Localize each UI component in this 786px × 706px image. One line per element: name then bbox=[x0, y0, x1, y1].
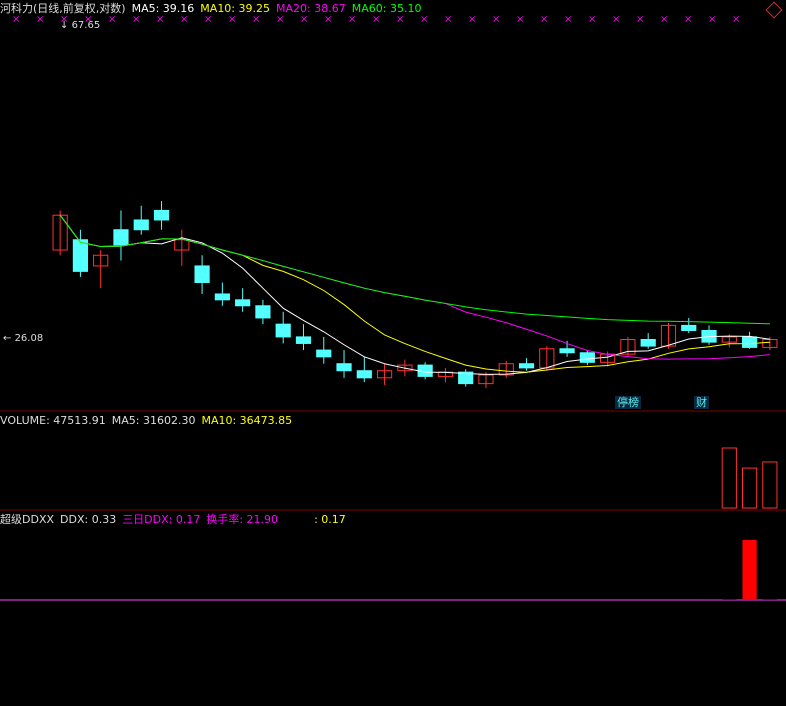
signal-mark: × bbox=[612, 14, 620, 25]
volume-header: VOLUME: 47513.91 MA5: 31602.30 MA10: 36473… bbox=[0, 414, 298, 427]
candle-body bbox=[336, 363, 352, 372]
candle-body bbox=[194, 265, 210, 284]
ddx-label: DDX: 0.33 bbox=[60, 513, 117, 526]
signal-mark: × bbox=[396, 14, 404, 25]
ddx-title: 超级DDXX bbox=[0, 513, 55, 526]
ddx-bar bbox=[742, 540, 757, 600]
candle-body bbox=[214, 293, 230, 301]
ddx3-label: 三日DDX: 0.17 bbox=[122, 513, 201, 526]
ma60-label: MA60: 35.10 bbox=[351, 2, 422, 15]
signal-mark: × bbox=[324, 14, 332, 25]
candle-body bbox=[275, 323, 291, 338]
signal-mark: × bbox=[348, 14, 356, 25]
ma5-label: MA5: 39.16 bbox=[131, 2, 195, 15]
signal-mark: × bbox=[276, 14, 284, 25]
candle-body bbox=[295, 336, 312, 344]
volume-bar bbox=[741, 467, 758, 509]
price-panel[interactable]: × × × × × × × × × × × × × × × × × × × × × × × × × × × × × × × bbox=[12, 14, 778, 389]
high-price-label: ↓ 67.65 bbox=[60, 20, 101, 31]
signal-mark: × bbox=[420, 14, 428, 25]
stock-chart: × × × × × × × × × × × × × × × × × × × × × × × × × × × × × × × bbox=[0, 14, 786, 601]
signal-mark: × bbox=[132, 14, 140, 25]
candle-body bbox=[133, 219, 149, 231]
signal-mark: × bbox=[516, 14, 524, 25]
signal-mark: × bbox=[156, 14, 164, 25]
signal-mark: × bbox=[684, 14, 692, 25]
candle-body bbox=[640, 339, 656, 347]
signal-mark: × bbox=[636, 14, 644, 25]
ma60-line bbox=[59, 214, 770, 325]
volume-panel[interactable] bbox=[721, 447, 778, 509]
volume-bar bbox=[721, 447, 737, 509]
signal-mark: × bbox=[588, 14, 596, 25]
signal-mark: × bbox=[540, 14, 548, 25]
stock-title: 河科力(日线,前复权,对数) bbox=[0, 2, 126, 15]
candle-body bbox=[113, 229, 129, 246]
candle-body bbox=[681, 324, 697, 331]
signal-mark: × bbox=[660, 14, 668, 25]
signal-mark: × bbox=[492, 14, 500, 25]
candle-body bbox=[72, 239, 89, 272]
finance-tag[interactable]: 财 bbox=[694, 396, 709, 409]
candle-body bbox=[255, 305, 271, 319]
signal-mark: × bbox=[36, 14, 44, 25]
candle-body bbox=[518, 363, 535, 369]
signal-mark: × bbox=[444, 14, 452, 25]
volume-ma5-label: MA5: 31602.30 bbox=[111, 414, 196, 427]
signal-mark: × bbox=[300, 14, 308, 25]
signal-mark: × bbox=[708, 14, 716, 25]
volume-label: VOLUME: 47513.91 bbox=[0, 414, 106, 427]
ddx-bar bbox=[701, 599, 717, 600]
volume-bar bbox=[762, 461, 778, 509]
ddx-extra-label: : 0.17 bbox=[314, 513, 346, 526]
candle-body bbox=[356, 370, 372, 379]
signal-mark: × bbox=[252, 14, 260, 25]
price-header: 河科力(日线,前复权,对数) MA5: 39.16 MA10: 39.25 MA20:… bbox=[0, 2, 427, 15]
candle-body bbox=[579, 352, 595, 363]
signal-mark: × bbox=[468, 14, 476, 25]
volume-ma10-label: MA10: 36473.85 bbox=[201, 414, 293, 427]
ddx-header: 超级DDXX DDX: 0.33 三日DDX: 0.17 换手率: 21.90 : 0.… bbox=[0, 513, 352, 526]
signal-mark: × bbox=[732, 14, 740, 25]
ddx-panel[interactable] bbox=[701, 540, 777, 600]
candle-body bbox=[235, 299, 251, 307]
candle-body bbox=[559, 348, 575, 354]
ma20-line bbox=[59, 214, 770, 360]
candle-body bbox=[153, 209, 170, 221]
candle-body bbox=[741, 336, 758, 348]
signal-mark: × bbox=[564, 14, 572, 25]
low-price-label: ← 26.08 bbox=[3, 333, 44, 344]
turnover-label: 换手率: 21.90 bbox=[206, 513, 279, 526]
signal-mark: × bbox=[204, 14, 212, 25]
signal-mark: × bbox=[372, 14, 380, 25]
grid-lines bbox=[0, 410, 786, 601]
signal-mark: × bbox=[12, 14, 20, 25]
signal-mark: × bbox=[180, 14, 188, 25]
stop-tag[interactable]: 停榜 bbox=[615, 396, 641, 409]
signal-mark: × bbox=[228, 14, 236, 25]
candle-body bbox=[316, 349, 332, 358]
ma10-label: MA10: 39.25 bbox=[200, 2, 271, 15]
ma20-label: MA20: 38.67 bbox=[276, 2, 346, 15]
signal-mark: × bbox=[108, 14, 116, 25]
